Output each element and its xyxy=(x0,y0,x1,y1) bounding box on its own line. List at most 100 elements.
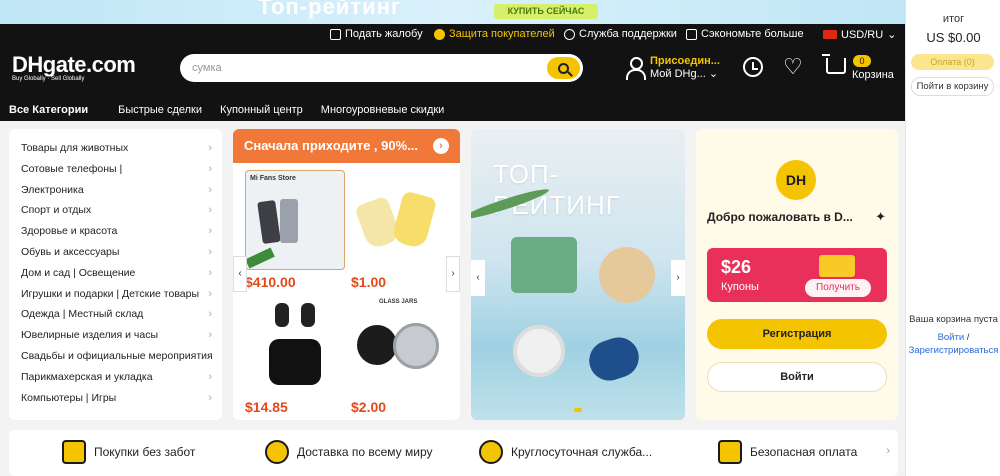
top-banner[interactable]: Топ-рейтинг КУПИТЬ СЕЙЧАС xyxy=(0,0,905,24)
party-icon: ✦ xyxy=(875,209,886,224)
site-logo[interactable]: DHgate.com Buy Globally · Sell Globally xyxy=(12,52,136,82)
wishlist-icon[interactable]: ♡ xyxy=(783,56,803,78)
category-label: Игрушки и подарки | Детские товары xyxy=(21,287,200,300)
perk-support[interactable]: Круглосуточная служба... xyxy=(479,440,652,464)
case-shape xyxy=(269,339,321,385)
save-more-link[interactable]: Сэкономьте больше xyxy=(686,28,804,40)
category-item[interactable]: Обувь и аксессуары › xyxy=(9,242,222,263)
hero-prev-button[interactable]: ‹ xyxy=(471,260,485,296)
perk-secure-payment[interactable]: Безопасная оплата xyxy=(718,440,857,464)
topbar: Подать жалобу Защита покупателей Служба … xyxy=(0,24,905,44)
category-item[interactable]: Одежда | Местный склад › xyxy=(9,304,222,325)
my-account-label: Мой DHg... xyxy=(650,68,706,80)
category-label: Спорт и отдых xyxy=(21,204,92,217)
chevron-down-icon: ⌄ xyxy=(887,29,897,41)
nav-coupon-center[interactable]: Купонный центр xyxy=(211,99,312,121)
register-button[interactable]: Регистрация xyxy=(707,319,887,349)
category-item[interactable]: Компьютеры | Игры › xyxy=(9,388,222,409)
search-input[interactable] xyxy=(192,60,542,76)
product-card[interactable]: GLASS JARS $2.00 xyxy=(351,295,451,415)
category-item[interactable]: Ювелирные изделия и часы › xyxy=(9,325,222,346)
search-button[interactable] xyxy=(547,57,580,79)
coupon-label: Купоны xyxy=(721,281,759,293)
arrow-right-icon[interactable]: › xyxy=(433,138,449,154)
buyer-protection-link[interactable]: Защита покупателей xyxy=(434,28,555,40)
category-label: Одежда | Местный склад xyxy=(21,308,144,321)
cart-icon[interactable] xyxy=(822,54,846,74)
category-item[interactable]: Товары для животных › xyxy=(9,138,222,159)
jar-lid-shape xyxy=(357,325,397,365)
coupon-card: $26 Купоны Получить xyxy=(707,248,887,302)
product-card[interactable]: Mi Fans Store $410.00 xyxy=(245,170,345,290)
nav-all-categories[interactable]: Все Категории xyxy=(0,99,97,121)
carousel-indicator[interactable] xyxy=(574,408,582,412)
category-item[interactable]: Спорт и отдых › xyxy=(9,200,222,221)
category-item[interactable]: Электроника › xyxy=(9,180,222,201)
currency-selector[interactable]: USD/RU ⌄ xyxy=(823,28,896,41)
go-to-cart-button[interactable]: Пойти в корзину xyxy=(911,77,994,96)
shield-icon xyxy=(434,28,445,40)
nav-tiered-discounts[interactable]: Многоуровневые скидки xyxy=(312,99,454,121)
welcome-text: Добро пожаловать в D... xyxy=(707,210,853,224)
category-label: Сотовые телефоны | xyxy=(21,162,123,175)
cart-login-link[interactable]: Войти xyxy=(938,332,965,343)
chevron-right-icon: › xyxy=(208,142,212,154)
category-label: Компьютеры | Игры xyxy=(21,391,117,404)
get-coupon-button[interactable]: Получить xyxy=(805,279,871,297)
chevron-right-icon: › xyxy=(208,162,212,175)
cart-register-link[interactable]: Зарегистрироваться xyxy=(909,345,999,356)
chevron-right-icon: › xyxy=(208,308,212,321)
support-label: Служба поддержки xyxy=(579,28,677,40)
category-item[interactable]: Свадьбы и официальные мероприятия › xyxy=(9,346,222,367)
category-item[interactable]: Игрушки и подарки | Детские товары › xyxy=(9,284,222,305)
perk-worldwide-shipping[interactable]: Доставка по всему миру xyxy=(265,440,433,464)
history-icon[interactable] xyxy=(743,57,763,77)
checkout-button[interactable]: Оплата (0) xyxy=(911,54,994,70)
gift-icon xyxy=(819,255,855,277)
flash-deal-header[interactable]: Сначала приходите , 90%... › xyxy=(233,129,460,163)
category-item[interactable]: Дом и сад | Освещение › xyxy=(9,263,222,284)
cart-count-badge: 0 xyxy=(853,55,871,67)
complaint-link[interactable]: Подать жалобу xyxy=(330,28,423,40)
carousel-prev-button[interactable]: ‹ xyxy=(233,256,247,292)
join-link[interactable]: Присоедин... xyxy=(650,55,720,68)
category-label: Дом и сад | Освещение xyxy=(21,266,136,279)
dh-logo-badge: DH xyxy=(776,160,816,200)
flag-icon xyxy=(823,30,837,39)
product-image xyxy=(351,170,451,270)
banner-cta-button[interactable]: КУПИТЬ СЕЙЧАС xyxy=(494,4,598,19)
coupon-amount: $26 xyxy=(721,257,752,277)
account-menu[interactable]: Присоедин... Мой DHg... ⌄ xyxy=(626,54,720,82)
version-ribbon xyxy=(246,247,275,269)
cart-label[interactable]: Корзина xyxy=(852,69,894,81)
perk-label: Безопасная оплата xyxy=(750,445,858,459)
chevron-right-icon[interactable]: › xyxy=(886,445,890,457)
perks-bar: Покупки без забот Доставка по всему миру… xyxy=(9,430,898,476)
product-price: $14.85 xyxy=(245,399,288,415)
logo-text: DHgate.com xyxy=(12,52,136,77)
carousel-next-button[interactable]: › xyxy=(446,256,460,292)
main-nav: Все Категории Быстрые сделки Купонный це… xyxy=(0,99,905,121)
my-account-link[interactable]: Мой DHg... ⌄ xyxy=(650,68,720,81)
cart-total-value: US $0.00 xyxy=(926,30,981,45)
chevron-right-icon: › xyxy=(208,349,212,362)
hero-banner[interactable]: ТОП-РЕЙТИНГ ‹ › xyxy=(471,129,685,420)
hero-next-button[interactable]: › xyxy=(671,260,685,296)
login-button[interactable]: Войти xyxy=(707,362,887,392)
category-label: Обувь и аксессуары xyxy=(21,245,120,258)
chevron-right-icon: › xyxy=(208,266,212,279)
category-item[interactable]: Сотовые телефоны | › xyxy=(9,159,222,180)
category-item[interactable]: Парикмахерская и укладка › xyxy=(9,367,222,388)
category-item[interactable]: Здоровье и красота › xyxy=(9,221,222,242)
product-tag: Mi Fans Store xyxy=(250,175,296,182)
sock-shape xyxy=(390,190,438,250)
product-card[interactable]: $14.85 xyxy=(245,295,345,415)
support-link[interactable]: Служба поддержки xyxy=(564,28,677,40)
nav-flash-deals[interactable]: Быстрые сделки xyxy=(109,99,211,121)
perk-worry-free[interactable]: Покупки без забот xyxy=(62,440,195,464)
flash-deal-panel: Сначала приходите , 90%... › Mi Fans Sto… xyxy=(233,129,460,420)
earbud-shape xyxy=(275,303,289,327)
category-label: Ювелирные изделия и часы xyxy=(21,329,159,342)
product-card[interactable]: $1.00 xyxy=(351,170,451,290)
earbud-shape xyxy=(301,303,315,327)
